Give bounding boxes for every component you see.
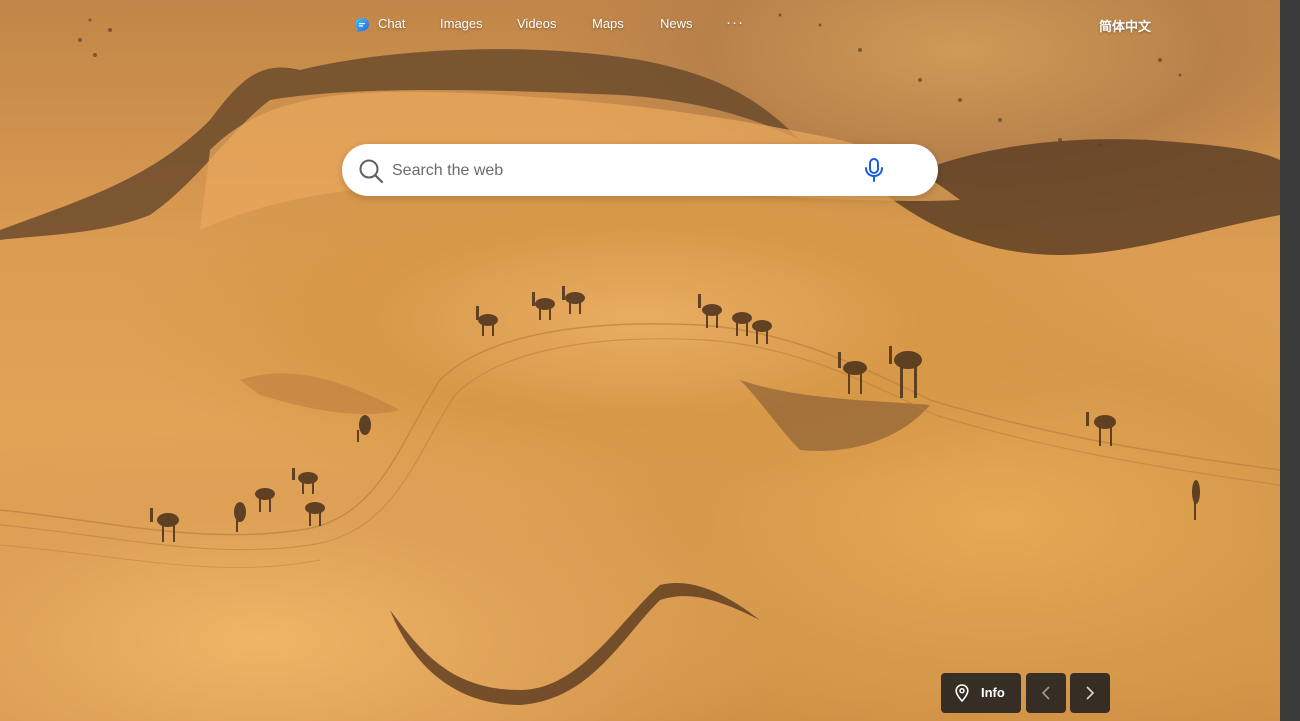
language-switch-link[interactable]: 简体中文 [1099, 16, 1151, 35]
microphone-icon[interactable] [863, 157, 885, 183]
copilot-chat-icon[interactable] [354, 17, 370, 33]
desert-dunes-illustration [0, 13, 1280, 705]
info-label: Info [981, 685, 1005, 700]
nav-item-chat[interactable]: Chat [378, 16, 405, 32]
search-input[interactable] [390, 156, 854, 186]
next-image-button[interactable] [1070, 673, 1110, 713]
search-box[interactable] [342, 144, 938, 196]
chevron-right-icon [1086, 686, 1095, 700]
info-button[interactable]: Info [941, 673, 1021, 713]
previous-image-button[interactable] [1026, 673, 1066, 713]
location-pin-icon [955, 684, 969, 702]
scrollbar[interactable] [1280, 0, 1300, 721]
search-icon[interactable] [358, 158, 384, 184]
chevron-left-icon [1041, 686, 1050, 700]
nav-item-news[interactable]: News [660, 16, 693, 32]
background-image [0, 0, 1280, 721]
nav-item-maps[interactable]: Maps [592, 16, 624, 32]
more-menu-button[interactable]: ··· [726, 14, 744, 31]
page: Chat Images Videos Maps News ··· 简体中文 In… [0, 0, 1300, 721]
top-nav: Chat Images Videos Maps News ··· 简体中文 [0, 0, 1280, 48]
nav-item-videos[interactable]: Videos [517, 16, 557, 32]
nav-item-images[interactable]: Images [440, 16, 483, 32]
